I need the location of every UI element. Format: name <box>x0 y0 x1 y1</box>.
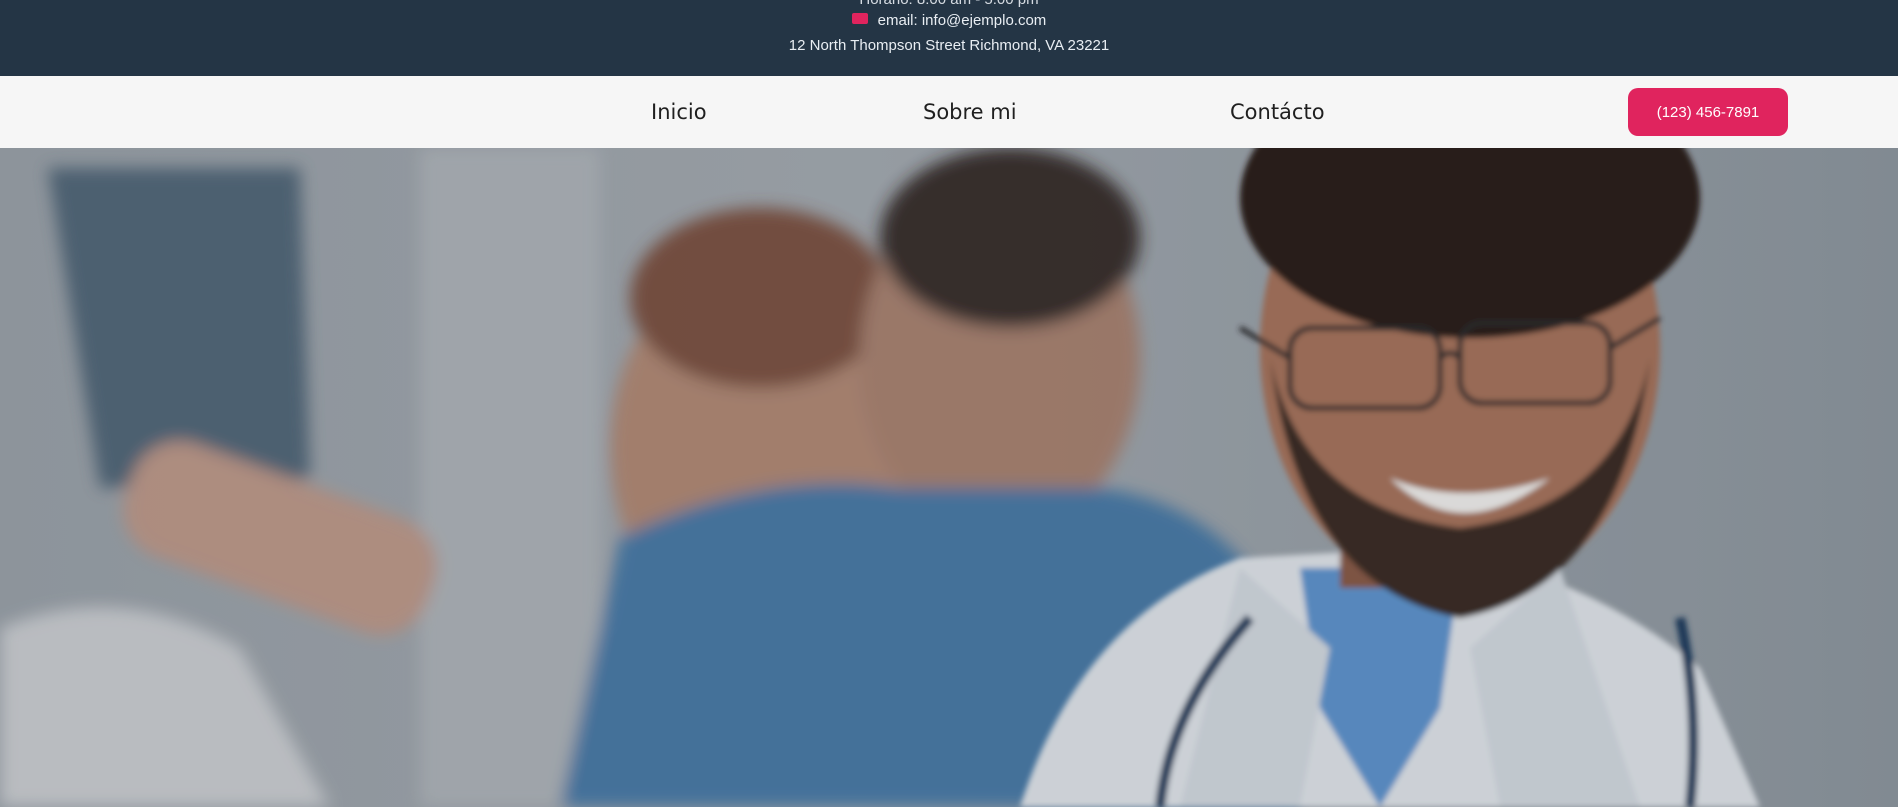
email-text[interactable]: email: info@ejemplo.com <box>878 12 1047 29</box>
nav-link-sobre-mi[interactable]: Sobre mi <box>923 100 1017 124</box>
hero-image <box>0 148 1898 807</box>
hours-text: Horario: 8:00 am - 5:00 pm <box>0 0 1898 8</box>
nav-link-contacto[interactable]: Contácto <box>1230 100 1325 124</box>
email-line: email: info@ejemplo.com <box>0 12 1898 29</box>
hero-overlay <box>0 148 1898 807</box>
mail-icon <box>851 13 868 24</box>
address-text: 12 North Thompson Street Richmond, VA 23… <box>788 37 1110 54</box>
main-navbar: Inicio Sobre mi Contácto (123) 456-7891 <box>0 76 1898 149</box>
top-info-bar: Horario: 8:00 am - 5:00 pm email: info@e… <box>0 0 1898 76</box>
phone-button[interactable]: (123) 456-7891 <box>1628 88 1788 136</box>
nav-link-inicio[interactable]: Inicio <box>651 100 707 124</box>
